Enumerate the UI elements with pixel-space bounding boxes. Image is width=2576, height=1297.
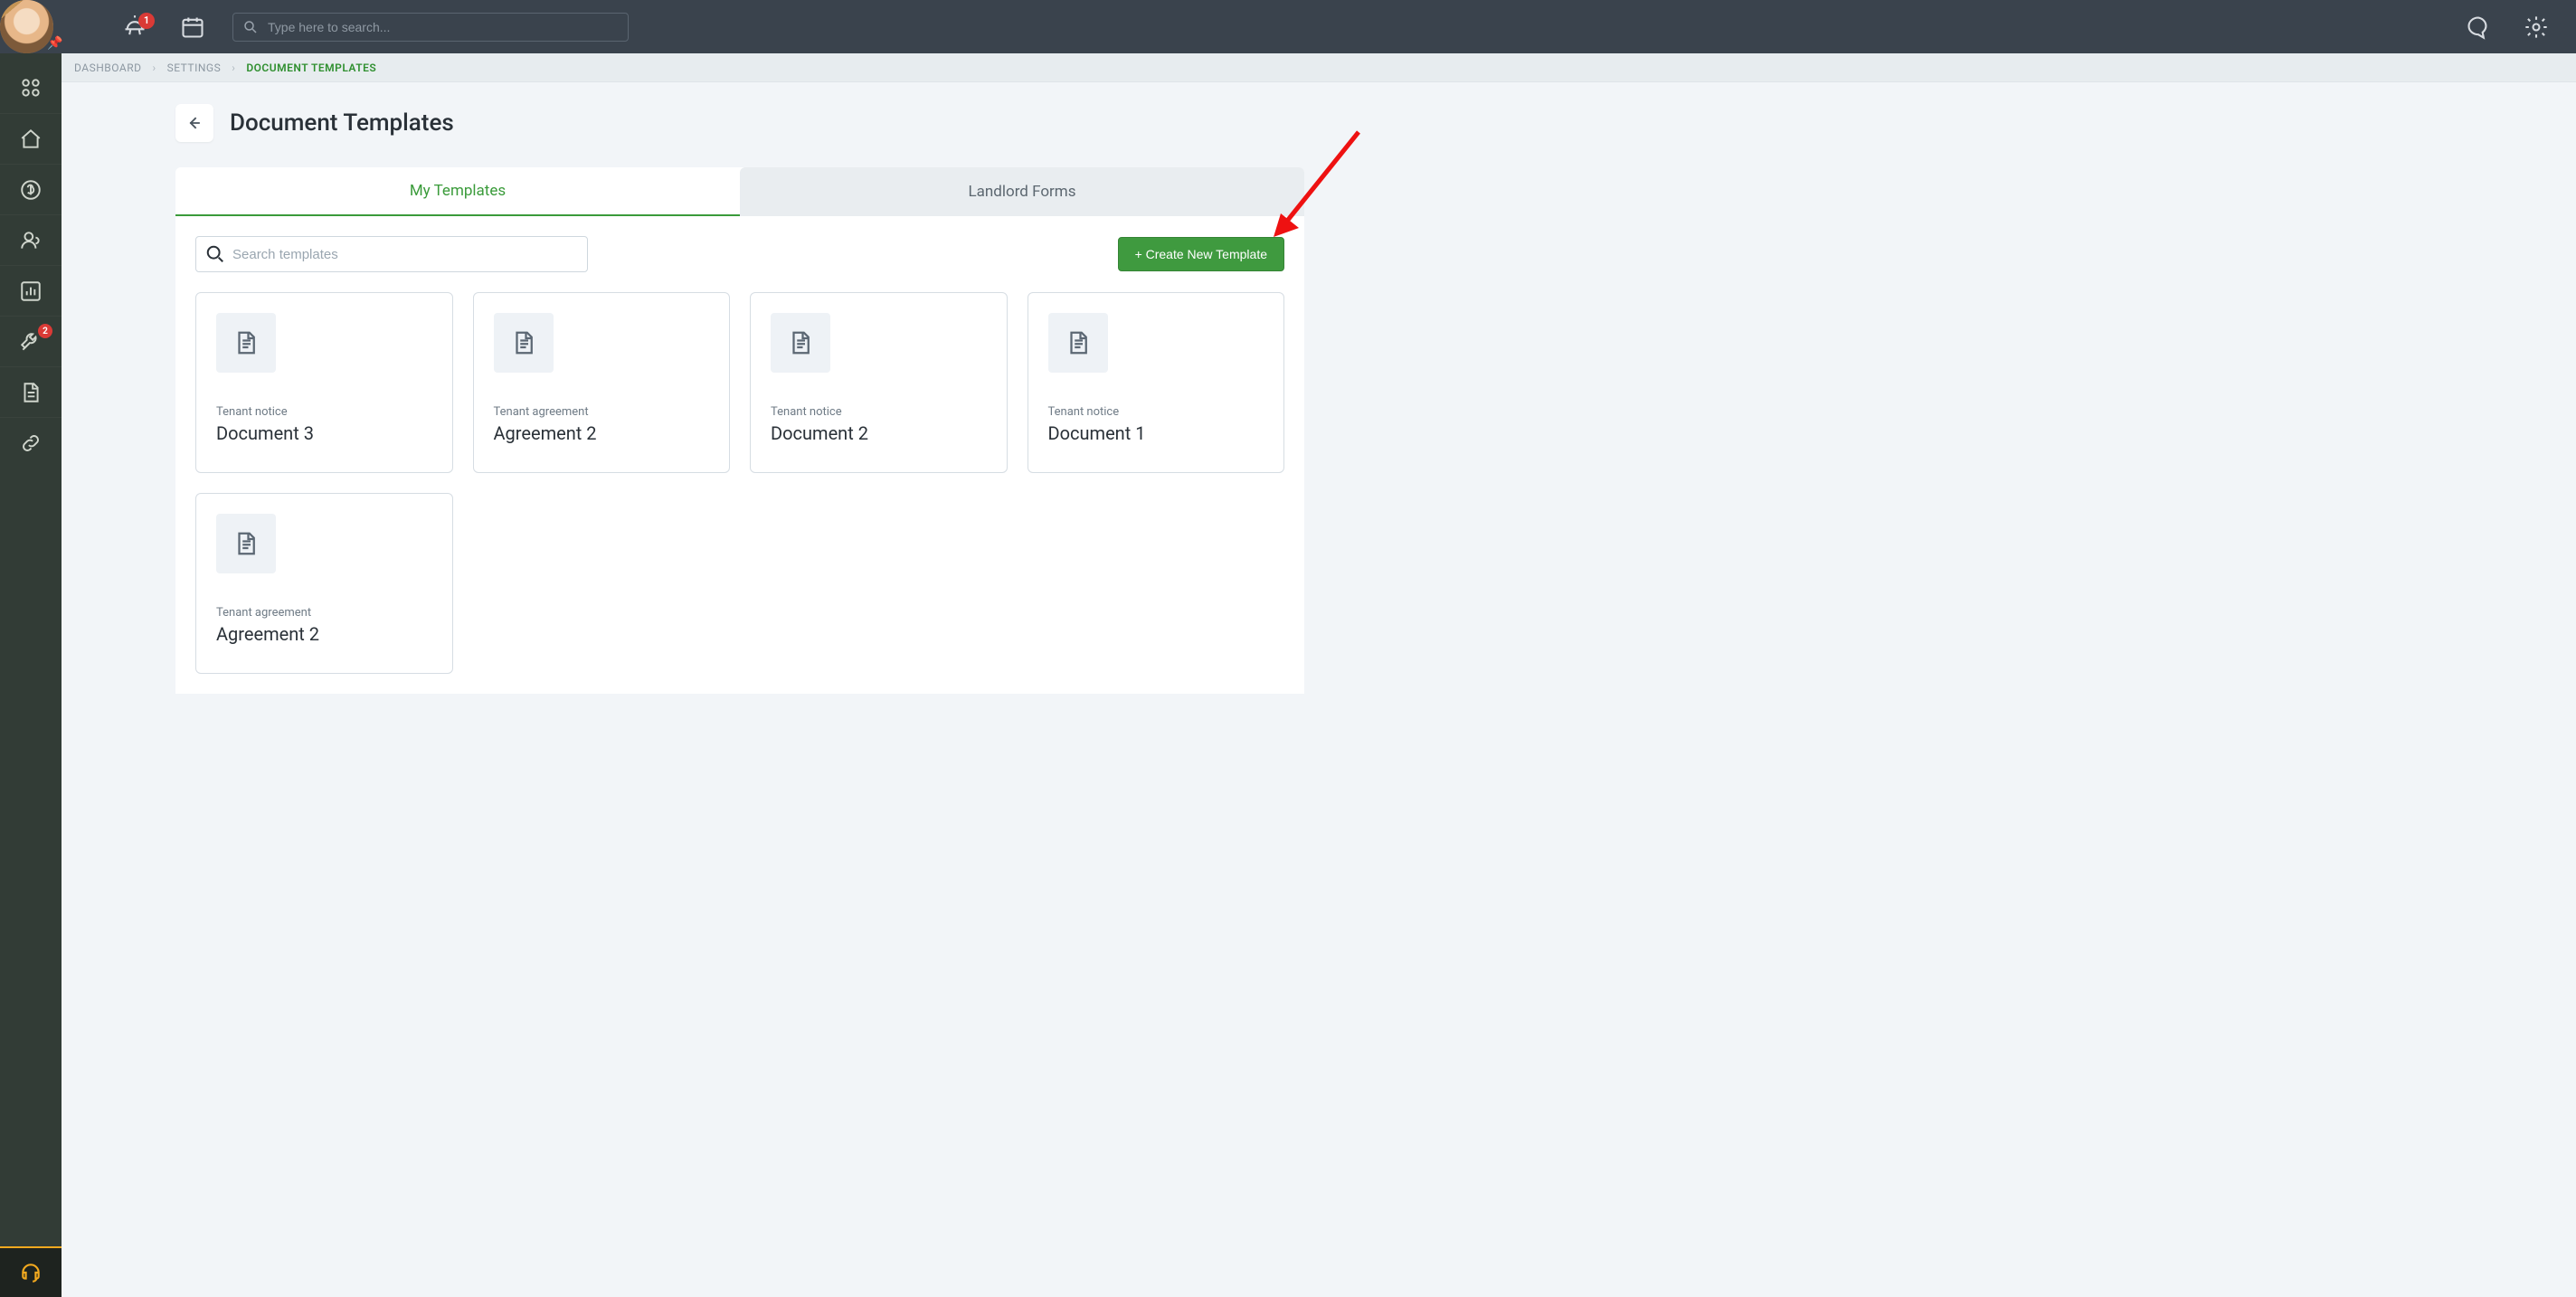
template-card[interactable]: Tenant agreement Agreement 2 <box>473 292 731 473</box>
template-name: Agreement 2 <box>216 623 432 645</box>
template-card[interactable]: Tenant notice Document 3 <box>195 292 453 473</box>
topbar: 📌 1 <box>0 0 2576 53</box>
sidebar-item-finance[interactable] <box>0 164 62 214</box>
notifications-icon[interactable]: 1 <box>117 9 153 45</box>
template-grid: Tenant notice Document 3 Tenant agreemen… <box>175 272 1304 694</box>
sidebar-item-support[interactable] <box>0 1246 62 1297</box>
chat-icon[interactable] <box>2460 9 2496 45</box>
document-icon <box>216 514 276 573</box>
document-icon <box>1048 313 1108 373</box>
template-search-input[interactable] <box>232 247 578 262</box>
search-icon <box>242 19 259 35</box>
document-icon <box>216 313 276 373</box>
sidebar-item-link[interactable] <box>0 417 62 468</box>
template-card[interactable]: Tenant notice Document 2 <box>750 292 1008 473</box>
document-icon <box>494 313 554 373</box>
breadcrumb-settings[interactable]: SETTINGS <box>167 62 222 74</box>
maintenance-badge: 2 <box>38 324 52 338</box>
calendar-icon[interactable] <box>175 9 211 45</box>
template-category: Tenant notice <box>216 405 432 419</box>
notifications-badge: 1 <box>138 13 155 29</box>
chevron-right-icon: › <box>232 62 235 74</box>
template-category: Tenant agreement <box>494 405 710 419</box>
sidebar-item-documents[interactable] <box>0 366 62 417</box>
template-category: Tenant notice <box>771 405 987 419</box>
back-button[interactable] <box>175 104 213 142</box>
tab-landlord-forms[interactable]: Landlord Forms <box>740 167 1304 216</box>
breadcrumb-current: DOCUMENT TEMPLATES <box>246 62 376 74</box>
template-search[interactable] <box>195 236 588 272</box>
avatar[interactable] <box>0 0 53 53</box>
sidebar: 2 <box>0 53 62 1297</box>
global-search-input[interactable] <box>268 20 619 34</box>
template-category: Tenant agreement <box>216 606 432 620</box>
template-name: Document 2 <box>771 422 987 444</box>
document-icon <box>771 313 830 373</box>
template-name: Document 3 <box>216 422 432 444</box>
template-name: Document 1 <box>1048 422 1264 444</box>
template-category: Tenant notice <box>1048 405 1264 419</box>
chevron-right-icon: › <box>152 62 156 74</box>
template-card[interactable]: Tenant agreement Agreement 2 <box>195 493 453 674</box>
template-card[interactable]: Tenant notice Document 1 <box>1028 292 1285 473</box>
sidebar-item-maintenance[interactable]: 2 <box>0 316 62 366</box>
search-icon <box>205 244 225 264</box>
page-title: Document Templates <box>230 109 454 137</box>
sidebar-item-apps[interactable] <box>0 62 62 113</box>
sidebar-item-home[interactable] <box>0 113 62 164</box>
tabs: My Templates Landlord Forms <box>175 167 1304 216</box>
create-new-template-button[interactable]: + Create New Template <box>1118 237 1284 271</box>
global-search[interactable] <box>232 13 629 42</box>
template-name: Agreement 2 <box>494 422 710 444</box>
settings-gear-icon[interactable] <box>2518 9 2554 45</box>
sidebar-item-people[interactable] <box>0 214 62 265</box>
breadcrumb-dashboard[interactable]: DASHBOARD <box>74 62 141 74</box>
tab-my-templates[interactable]: My Templates <box>175 167 740 216</box>
sidebar-item-reports[interactable] <box>0 265 62 316</box>
breadcrumb: DASHBOARD › SETTINGS › DOCUMENT TEMPLATE… <box>62 53 2576 82</box>
pin-icon: 📌 <box>47 36 62 51</box>
